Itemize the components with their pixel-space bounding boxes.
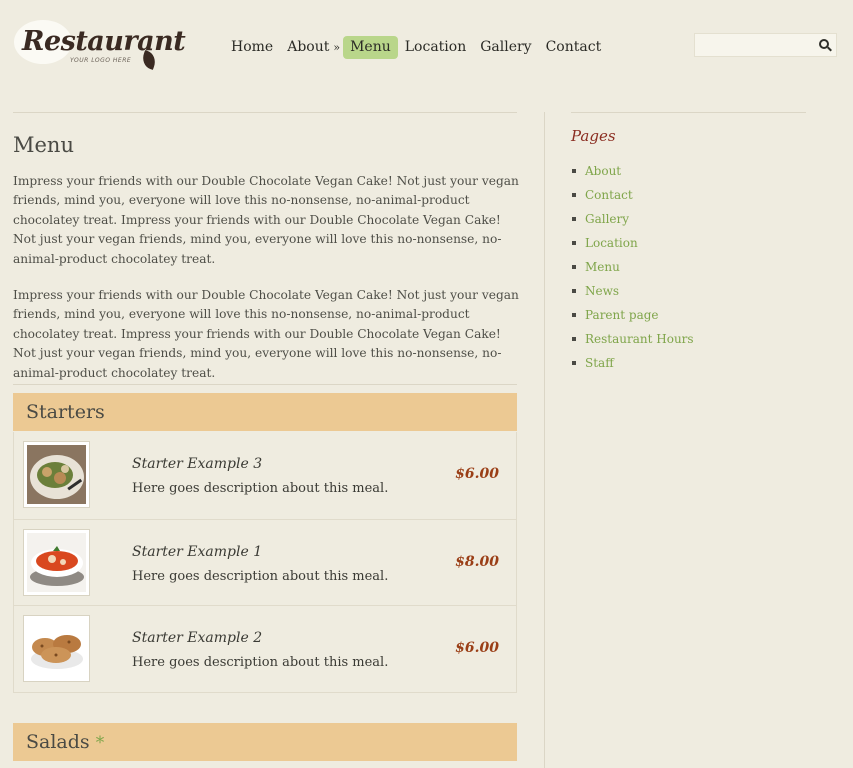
page-title: Menu [13, 133, 74, 157]
meal-description: Here goes description about this meal. [132, 655, 389, 670]
menu-list-starters: Starter Example 3 Here goes description … [13, 432, 517, 693]
sidebar-pages-list: About Contact Gallery Location Menu News… [571, 161, 694, 377]
intro-text: Impress your friends with our Double Cho… [13, 172, 523, 400]
sidebar-link-location[interactable]: Location [571, 233, 694, 257]
logo-text: Restaurant [22, 26, 186, 57]
nav-item-about[interactable]: About [280, 36, 336, 59]
salad-plate-image [27, 445, 86, 504]
meal-price: $6.00 [455, 640, 499, 656]
meal-name: Starter Example 1 [132, 543, 263, 560]
section-title: Salads [26, 731, 90, 753]
column-divider [544, 112, 545, 768]
search-input[interactable] [695, 34, 813, 57]
submenu-arrow-icon: » [333, 41, 341, 54]
sidebar-link-about[interactable]: About [571, 161, 694, 185]
intro-paragraph: Impress your friends with our Double Cho… [13, 288, 519, 380]
sidebar-link-news[interactable]: News [571, 281, 694, 305]
meal-description: Here goes description about this meal. [132, 481, 389, 496]
sidebar-link-gallery[interactable]: Gallery [571, 209, 694, 233]
search-box [694, 33, 837, 57]
nav-item-gallery[interactable]: Gallery [473, 36, 538, 59]
sidebar-divider [571, 112, 806, 113]
section-title: Starters [26, 401, 105, 423]
nav-item-home[interactable]: Home [224, 36, 280, 59]
sidebar-link-restaurant-hours[interactable]: Restaurant Hours [571, 329, 694, 353]
nav-item-location[interactable]: Location [398, 36, 473, 59]
logo-tagline: YOUR LOGO HERE [70, 57, 132, 64]
soup-bowl-image [27, 532, 86, 592]
main-nav: Home About » Menu Location Gallery Conta… [224, 36, 608, 59]
sidebar-title: Pages [571, 127, 616, 145]
meal-name: Starter Example 3 [132, 456, 263, 472]
menu-item: Starter Example 3 Here goes description … [14, 432, 516, 519]
search-icon[interactable] [819, 39, 829, 49]
content-divider [13, 112, 517, 113]
meal-price: $8.00 [455, 553, 499, 570]
section-header-starters: Starters [13, 393, 517, 431]
section-header-salads: Salads * [13, 723, 517, 761]
cookies-plate-image [27, 619, 86, 678]
sidebar-link-staff[interactable]: Staff [571, 353, 694, 377]
meal-description: Here goes description about this meal. [132, 568, 389, 584]
meal-thumbnail[interactable] [23, 615, 90, 682]
section-divider [13, 384, 517, 385]
meal-thumbnail[interactable] [23, 441, 90, 508]
section-marker: * [95, 733, 105, 753]
meal-thumbnail[interactable] [23, 528, 90, 596]
meal-price: $6.00 [455, 466, 499, 482]
meal-name: Starter Example 2 [132, 630, 263, 646]
sidebar-link-menu[interactable]: Menu [571, 257, 694, 281]
menu-item: Starter Example 2 Here goes description … [14, 605, 516, 692]
intro-paragraph: Impress your friends with our Double Cho… [13, 174, 519, 266]
sidebar-link-contact[interactable]: Contact [571, 185, 694, 209]
site-logo[interactable]: Restaurant YOUR LOGO HERE [14, 18, 186, 70]
sidebar-link-parent-page[interactable]: Parent page [571, 305, 694, 329]
nav-item-menu[interactable]: Menu [343, 36, 398, 59]
menu-item: Starter Example 1 Here goes description … [14, 518, 516, 606]
nav-item-contact[interactable]: Contact [539, 36, 609, 59]
